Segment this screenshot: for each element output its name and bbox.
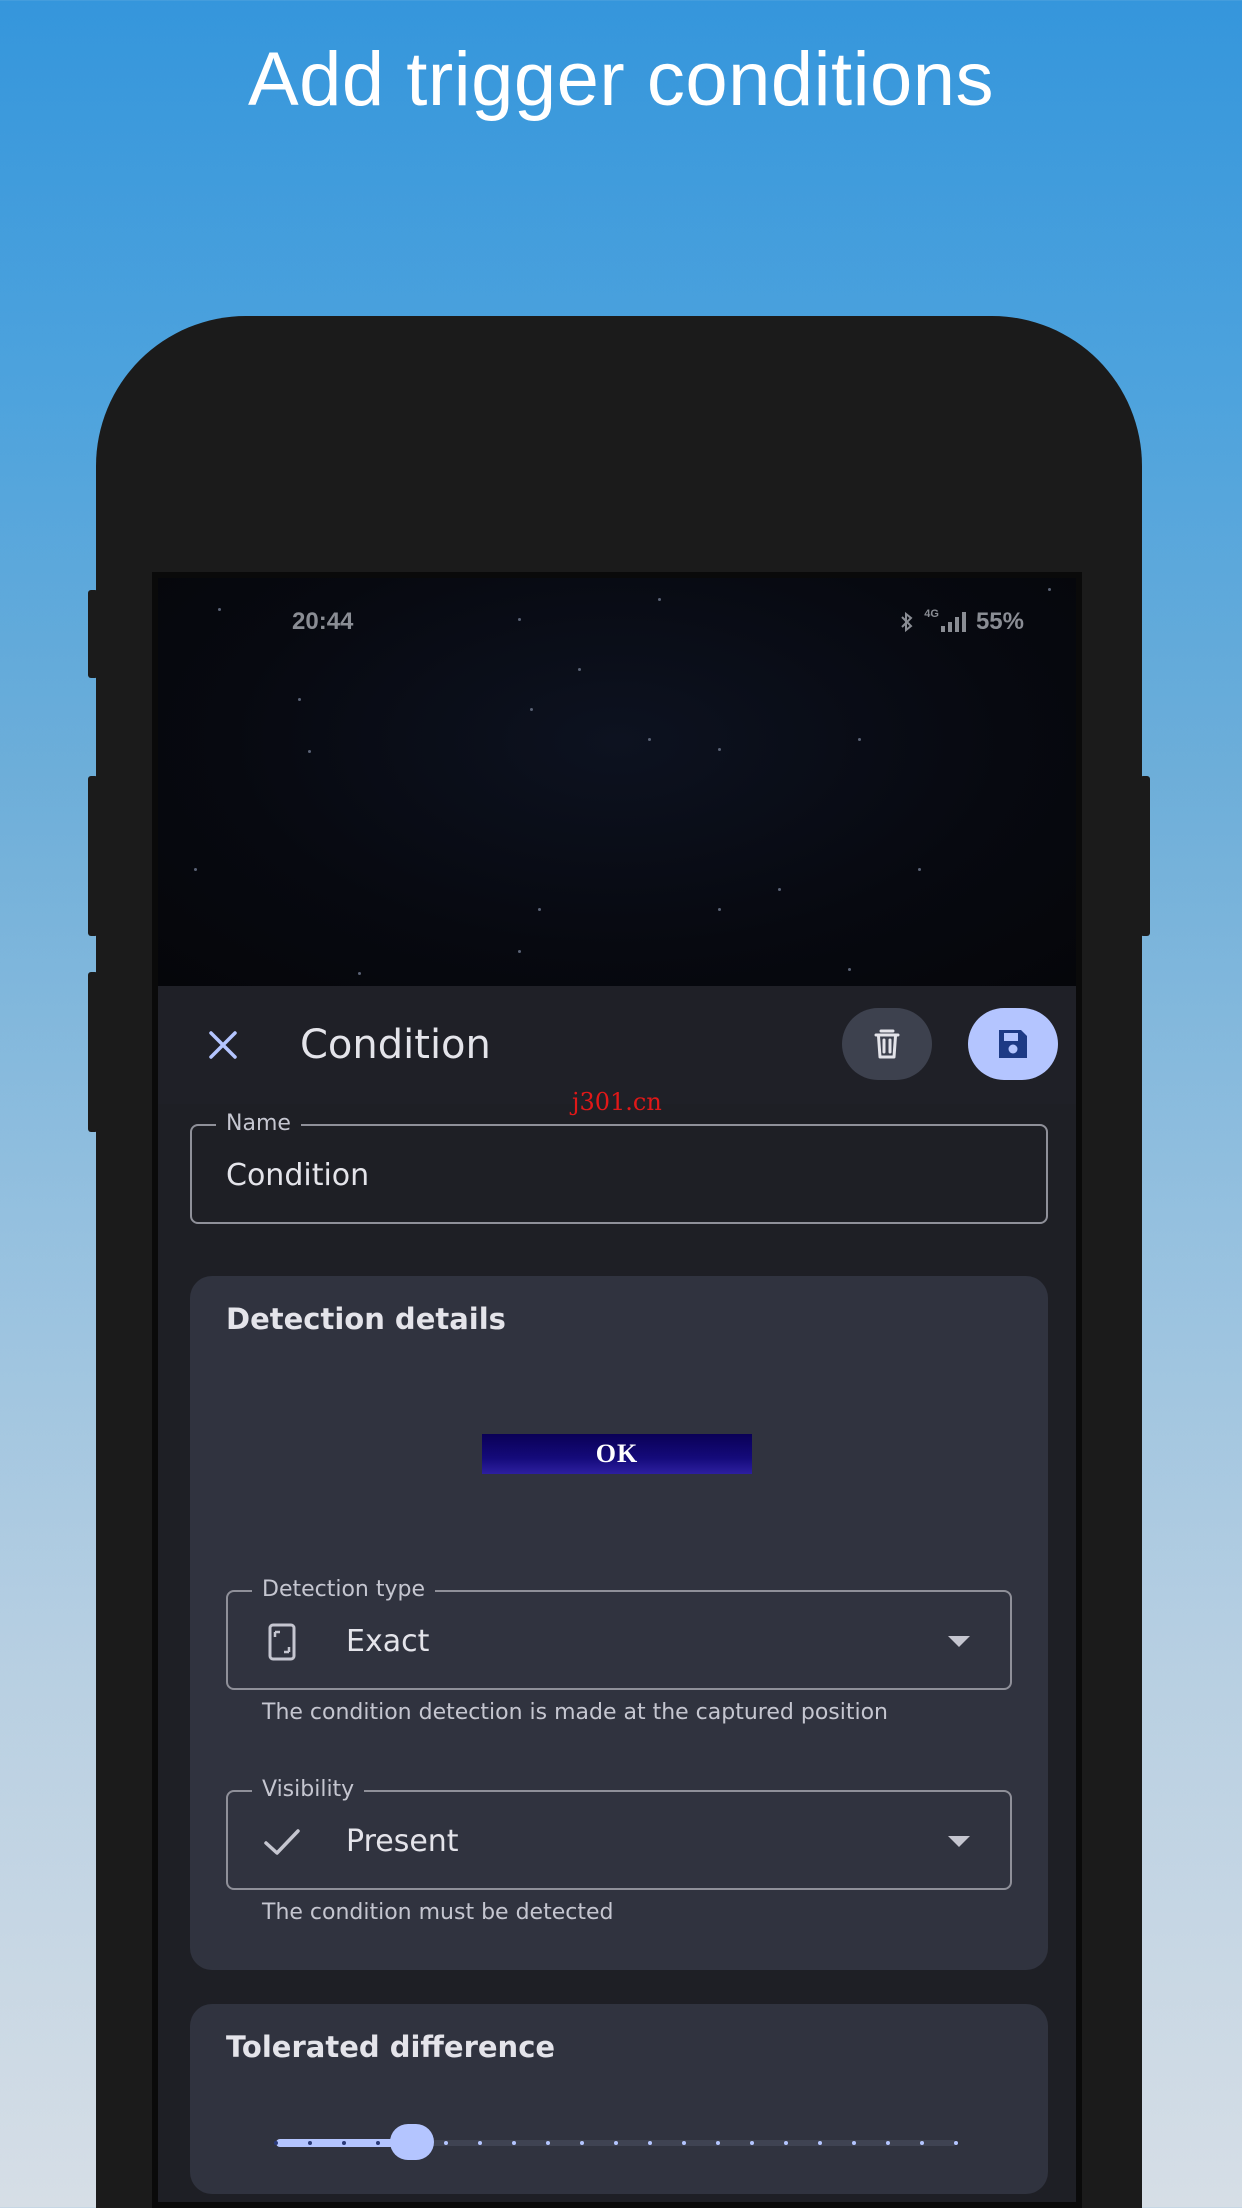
visibility-value: Present — [346, 1824, 459, 1859]
checkmark-icon — [264, 1829, 300, 1855]
slider-tick — [512, 2141, 516, 2145]
slider-tick — [580, 2141, 584, 2145]
phone-screen: 20:44 4G 55% Condition j301.cn Name Cond… — [152, 572, 1082, 2208]
status-icons: 4G 55% — [900, 608, 1024, 636]
trash-icon — [874, 1029, 900, 1059]
slider-tick — [852, 2141, 856, 2145]
save-button[interactable] — [968, 1008, 1058, 1080]
slider-tick — [818, 2141, 822, 2145]
condition-preview-image[interactable]: OK — [482, 1434, 752, 1474]
slider-tick — [614, 2141, 618, 2145]
name-field-label: Name — [216, 1110, 301, 1138]
slider-tick — [920, 2141, 924, 2145]
slider-thumb[interactable] — [390, 2124, 434, 2160]
network-label: 4G — [924, 608, 939, 620]
detection-type-helper: The condition detection is made at the c… — [262, 1700, 888, 1725]
tolerated-difference-title: Tolerated difference — [226, 2030, 556, 2064]
slider-tick — [648, 2141, 652, 2145]
detection-details-card: Detection details OK Detection type Exac… — [190, 1276, 1048, 1970]
signal-icon — [940, 612, 966, 632]
detection-type-label: Detection type — [252, 1576, 436, 1604]
slider-tick — [546, 2141, 550, 2145]
screen-position-icon — [268, 1623, 296, 1661]
battery-level: 55% — [975, 608, 1024, 635]
close-icon[interactable] — [206, 1028, 240, 1062]
tolerated-difference-card: Tolerated difference — [190, 2004, 1048, 2194]
delete-button[interactable] — [842, 1008, 932, 1080]
chevron-down-icon[interactable] — [948, 1836, 970, 1847]
silent-switch — [88, 972, 98, 1132]
detection-details-title: Detection details — [226, 1302, 506, 1336]
condition-sheet: Condition j301.cn Name Condition Detecti… — [158, 986, 1076, 2202]
visibility-label: Visibility — [252, 1776, 365, 1804]
marketing-headline: Add trigger conditions — [247, 37, 995, 122]
slider-tick — [478, 2141, 482, 2145]
page-title: Condition — [300, 1022, 491, 1068]
slider-tick — [444, 2141, 448, 2145]
slider-tick — [886, 2141, 890, 2145]
chevron-down-icon[interactable] — [948, 1636, 970, 1647]
slider-tick — [750, 2141, 754, 2145]
detection-type-value: Exact — [346, 1624, 430, 1659]
slider-tick — [716, 2141, 720, 2145]
slider-tick — [954, 2141, 958, 2145]
status-time: 20:44 — [292, 608, 354, 635]
visibility-helper: The condition must be detected — [262, 1900, 614, 1925]
name-field-value[interactable]: Condition — [226, 1158, 369, 1193]
detection-type-select[interactable]: Detection type Exact — [226, 1576, 1012, 1690]
volume-down-button — [88, 776, 98, 936]
slider-tick — [274, 2141, 278, 2145]
slider-tick — [376, 2141, 380, 2145]
power-button — [1140, 776, 1150, 936]
volume-up-button — [88, 590, 98, 678]
visibility-select[interactable]: Visibility Present — [226, 1776, 1012, 1890]
app-bar: Condition j301.cn — [158, 986, 1076, 1116]
name-field[interactable]: Name Condition — [190, 1110, 1048, 1224]
slider-tick — [342, 2141, 346, 2145]
floppy-disk-icon — [999, 1030, 1027, 1058]
wallpaper — [158, 578, 1076, 986]
slider-tick — [784, 2141, 788, 2145]
tolerance-slider[interactable] — [274, 2124, 958, 2164]
slider-tick — [308, 2141, 312, 2145]
watermark: j301.cn — [572, 1088, 662, 1116]
slider-tick — [682, 2141, 686, 2145]
bluetooth-icon — [901, 611, 913, 633]
